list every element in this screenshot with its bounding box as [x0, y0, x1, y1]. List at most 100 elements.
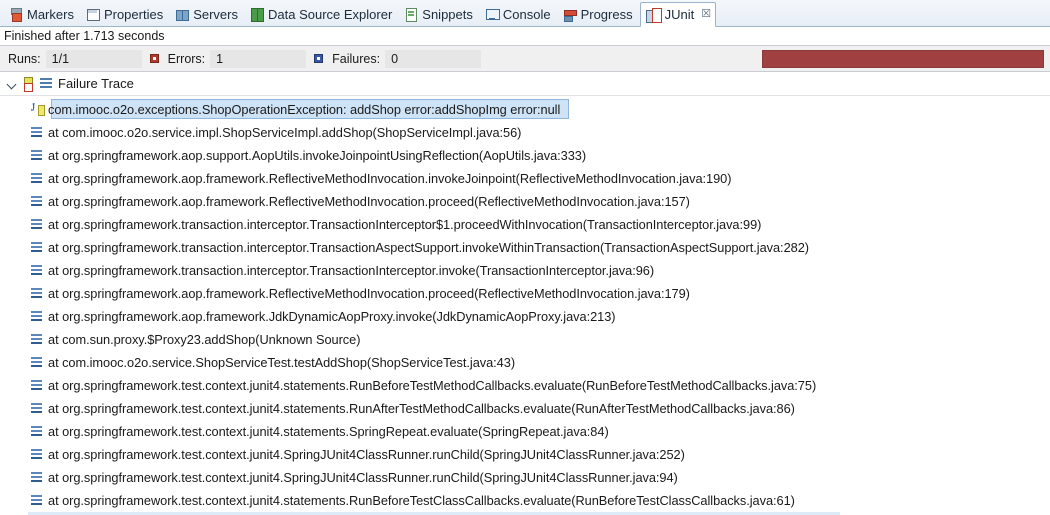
trace-row[interactable]: at org.springframework.transaction.inter… [0, 213, 1050, 236]
tab-console[interactable]: Console [480, 2, 558, 26]
tab-label: Snippets [422, 6, 473, 22]
tab-label: Properties [103, 6, 164, 22]
trace-row[interactable]: at org.springframework.aop.framework.Ref… [0, 167, 1050, 190]
trace-row[interactable]: at org.springframework.aop.support.AopUt… [0, 144, 1050, 167]
exception-icon: J [31, 101, 45, 116]
trace-row[interactable]: at org.springframework.transaction.inter… [0, 259, 1050, 282]
close-icon[interactable]: ☒ [701, 9, 711, 20]
trace-row[interactable]: at com.imooc.o2o.service.impl.ShopServic… [0, 121, 1050, 144]
trace-row-text: at com.imooc.o2o.service.ShopServiceTest… [48, 355, 516, 370]
stack-frame-icon [31, 471, 44, 483]
stack-frame-icon [31, 379, 44, 391]
trace-row[interactable]: at org.springframework.test.context.juni… [0, 443, 1050, 466]
stack-frame-icon [31, 264, 44, 276]
trace-row[interactable]: at org.springframework.aop.framework.Jdk… [0, 305, 1050, 328]
servers-icon [175, 7, 190, 21]
stack-frame-icon [31, 287, 44, 299]
run-status-line: Finished after 1.713 seconds [0, 27, 1050, 46]
failures-value: 0 [385, 49, 482, 68]
tab-label: Console [502, 6, 551, 22]
tab-snippets[interactable]: Snippets [399, 2, 480, 26]
stack-frame-icon [31, 402, 44, 414]
trace-row-text: at org.springframework.aop.framework.Jdk… [48, 309, 616, 324]
stack-frame-icon [31, 310, 44, 322]
trace-row-exception[interactable]: Jcom.imooc.o2o.exceptions.ShopOperationE… [0, 98, 1050, 121]
stack-frame-icon [31, 195, 44, 207]
stack-frame-icon [31, 172, 44, 184]
stack-frame-icon [31, 241, 44, 253]
trace-row[interactable]: at org.springframework.test.context.juni… [0, 466, 1050, 489]
trace-row[interactable]: at org.springframework.transaction.inter… [0, 236, 1050, 259]
junit-icon: U [645, 7, 662, 23]
failure-trace-label: Failure Trace [58, 76, 134, 91]
runs-label: Runs: [8, 51, 41, 66]
failure-marker-icon [23, 77, 34, 92]
runs-counter: Runs: 1/1 [0, 49, 142, 68]
stack-frame-icon [31, 425, 44, 437]
trace-row[interactable]: at org.springframework.test.context.juni… [0, 374, 1050, 397]
chevron-down-icon[interactable] [6, 78, 18, 90]
stack-frame-icon [31, 494, 44, 506]
trace-row-text: at org.springframework.aop.framework.Ref… [48, 171, 732, 186]
tab-label: Servers [193, 6, 238, 22]
trace-row[interactable]: at org.springframework.test.context.juni… [0, 397, 1050, 420]
junit-glyph: U [652, 8, 660, 19]
tab-properties[interactable]: Properties [81, 2, 170, 26]
errors-label: Errors: [167, 51, 206, 66]
tab-label: JUnit [664, 7, 695, 22]
junit-view: Markers Properties Servers Data Source Expl… [0, 0, 1050, 515]
stack-frame-icon [31, 448, 44, 460]
trace-row-text: at org.springframework.aop.support.AopUt… [48, 148, 587, 163]
tab-servers[interactable]: Servers [170, 2, 245, 26]
trace-row[interactable]: at com.sun.proxy.$Proxy23.addShop(Unknow… [0, 328, 1050, 351]
trace-row-text: at org.springframework.test.context.juni… [48, 401, 795, 416]
java-glyph: J [31, 101, 36, 113]
tab-label: Markers [27, 6, 74, 22]
properties-icon [86, 7, 100, 21]
tab-junit[interactable]: U JUnit ☒ [639, 2, 717, 27]
data-source-explorer-icon [250, 7, 264, 22]
stack-frame-icon [31, 218, 44, 230]
markers-icon [9, 7, 23, 22]
stack-frame-icon [31, 149, 44, 161]
trace-row-text: at org.springframework.test.context.juni… [48, 493, 795, 508]
snippets-icon [404, 7, 418, 22]
errors-counter: Errors: 1 [142, 49, 307, 68]
errors-value: 1 [210, 49, 307, 68]
tab-progress[interactable]: Progress [558, 2, 640, 26]
trace-row[interactable]: at org.springframework.test.context.juni… [0, 489, 1050, 512]
failures-label: Failures: [332, 51, 381, 66]
failure-trace-header[interactable]: Failure Trace [0, 72, 1050, 96]
run-status-text: Finished after 1.713 seconds [4, 29, 165, 43]
tab-markers[interactable]: Markers [4, 2, 81, 26]
trace-row-text: at com.imooc.o2o.service.impl.ShopServic… [48, 125, 522, 140]
stack-frame-icon [31, 333, 44, 345]
tab-label: Progress [580, 6, 633, 22]
trace-row-text: at com.sun.proxy.$Proxy23.addShop(Unknow… [48, 332, 361, 347]
view-tab-bar: Markers Properties Servers Data Source Expl… [0, 0, 1050, 27]
progress-icon [563, 7, 577, 22]
stack-trace-icon [39, 77, 53, 90]
failures-icon [314, 54, 324, 63]
failures-counter: Failures: 0 [306, 49, 482, 68]
failure-trace-list[interactable]: Jcom.imooc.o2o.exceptions.ShopOperationE… [0, 96, 1050, 515]
trace-row-text: com.imooc.o2o.exceptions.ShopOperationEx… [48, 102, 561, 117]
tab-label: Data Source Explorer [268, 6, 393, 22]
trace-row[interactable]: at org.springframework.aop.framework.Ref… [0, 282, 1050, 305]
trace-row[interactable]: at com.imooc.o2o.service.ShopServiceTest… [0, 351, 1050, 374]
test-progress-bar [762, 50, 1044, 68]
trace-row-text: at org.springframework.transaction.inter… [48, 217, 762, 232]
trace-row[interactable]: at org.springframework.aop.framework.Ref… [0, 190, 1050, 213]
stack-frame-icon [31, 356, 44, 368]
counter-panel: Runs: 1/1 Errors: 1 Failures: 0 [0, 46, 1050, 72]
trace-row-text: at org.springframework.aop.framework.Ref… [48, 194, 690, 209]
trace-row-text: at org.springframework.test.context.juni… [48, 470, 678, 485]
trace-row-text: at org.springframework.aop.framework.Ref… [48, 286, 690, 301]
trace-row-text: at org.springframework.test.context.juni… [48, 378, 817, 393]
stack-frame-icon [31, 126, 44, 138]
console-icon [485, 7, 500, 21]
trace-row[interactable]: at org.springframework.test.context.juni… [0, 420, 1050, 443]
errors-icon [149, 54, 159, 63]
tab-data-source-explorer[interactable]: Data Source Explorer [245, 2, 399, 26]
trace-row-text: at org.springframework.test.context.juni… [48, 447, 685, 462]
